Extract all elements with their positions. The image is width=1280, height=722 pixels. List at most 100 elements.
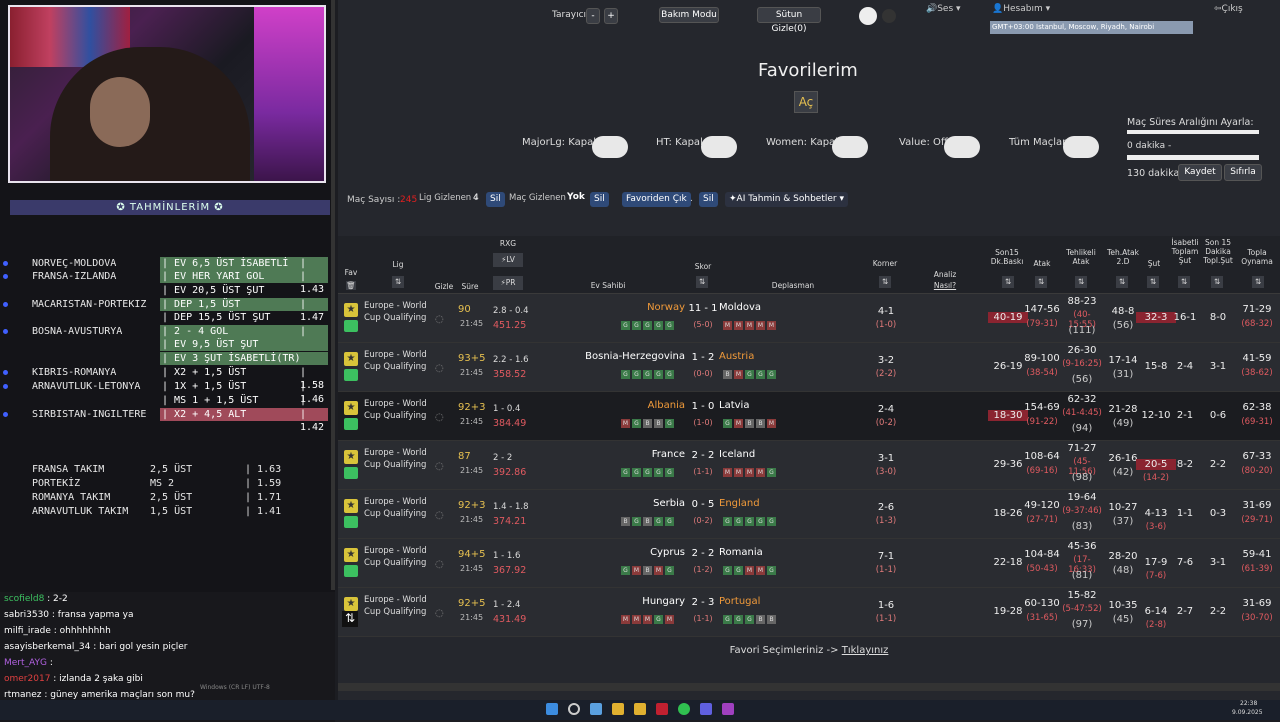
folder-icon[interactable] [634, 703, 646, 715]
away-team[interactable]: England [719, 498, 760, 509]
away-team[interactable]: Iceland [719, 449, 755, 460]
match-row[interactable]: ★ Europe - World Cup Qualifying ◌ 90 21:45 2.… [338, 294, 1280, 343]
home-team[interactable]: Serbia [653, 498, 685, 509]
away-team[interactable]: Moldova [719, 302, 761, 313]
away-team[interactable]: Austria [719, 351, 754, 362]
home-team[interactable]: Bosnia-Herzegovina [585, 351, 685, 362]
toggle-switch[interactable] [832, 136, 868, 158]
hide-columns-button[interactable]: Sütun Gizle(0) [757, 7, 821, 34]
favorite-toggle-icon[interactable] [344, 516, 358, 528]
sort-dangerous-2h-icon[interactable]: ⇅ [1116, 276, 1128, 288]
away-team[interactable]: Portugal [719, 596, 760, 607]
app-icon[interactable] [590, 703, 602, 715]
remove-favorite-button[interactable]: Favoriden Çık [622, 192, 691, 207]
duration-slider-bottom[interactable] [1127, 155, 1259, 160]
favorite-toggle-icon[interactable] [344, 320, 358, 332]
explorer-icon[interactable] [612, 703, 624, 715]
favorite-star-icon[interactable]: ★ [344, 597, 358, 611]
light-mode-icon[interactable] [859, 7, 877, 25]
favorite-star-icon[interactable]: ★ [344, 450, 358, 464]
hide-eye-icon[interactable]: ◌ [435, 559, 444, 570]
clear-favorites-button[interactable]: Sil [699, 192, 718, 207]
home-team[interactable]: Albania [648, 400, 685, 411]
obs-icon[interactable] [722, 703, 734, 715]
trash-icon[interactable]: 🗑 [346, 281, 356, 290]
toggle-switch[interactable] [1063, 136, 1099, 158]
page-title: Favorilerim [758, 60, 858, 81]
favorite-star-icon[interactable]: ★ [344, 352, 358, 366]
sort-on-target-icon[interactable]: ⇅ [1178, 276, 1190, 288]
horizontal-scrollbar[interactable] [338, 683, 1280, 691]
sort-arrows-icon[interactable]: ⇅ [342, 611, 358, 627]
sort-dangerous-icon[interactable]: ⇅ [1075, 276, 1087, 288]
home-team[interactable]: Hungary [642, 596, 685, 607]
favorite-star-icon[interactable]: ★ [344, 548, 358, 562]
toggle-switch[interactable] [701, 136, 737, 158]
hide-eye-icon[interactable]: ◌ [435, 510, 444, 521]
sort-possession-icon[interactable]: ⇅ [1252, 276, 1264, 288]
how-link[interactable]: Nasıl? [928, 281, 962, 290]
match-row[interactable]: ★ Europe - World Cup Qualifying ◌ 92+3 21:45… [338, 490, 1280, 539]
match-row[interactable]: ★ Europe - World Cup Qualifying ◌ 94+5 21:45… [338, 539, 1280, 588]
discord-icon[interactable] [700, 703, 712, 715]
favorite-star-icon[interactable]: ★ [344, 499, 358, 513]
opera-icon[interactable] [656, 703, 668, 715]
clear-league-button[interactable]: Sil [486, 192, 505, 207]
left-scrollbar[interactable] [331, 0, 335, 590]
sort-league-icon[interactable]: ⇅ [392, 276, 404, 288]
reset-button[interactable]: Sıfırla [1224, 164, 1262, 181]
search-icon[interactable] [568, 703, 580, 715]
home-team[interactable]: France [652, 449, 685, 460]
sort-attack-icon[interactable]: ⇅ [1035, 276, 1047, 288]
match-row[interactable]: ★ Europe - World Cup Qualifying ◌ 93+5 21:45… [338, 343, 1280, 392]
favorite-star-icon[interactable]: ★ [344, 401, 358, 415]
prediction-match: SIRBISTAN-INGILTERE [32, 409, 147, 420]
away-team[interactable]: Latvia [719, 400, 749, 411]
favorite-toggle-icon[interactable] [344, 565, 358, 577]
duration-slider-top[interactable] [1127, 130, 1259, 134]
favorite-toggle-icon[interactable] [344, 467, 358, 479]
match-score: 2 - 2 [691, 548, 715, 559]
favorite-toggle-icon[interactable] [344, 369, 358, 381]
sort-lv-button[interactable]: ⚡LV [493, 253, 523, 267]
match-row[interactable]: ★ Europe - World Cup Qualifying ◌ 87 21:45 2 … [338, 441, 1280, 490]
hide-eye-icon[interactable]: ◌ [435, 608, 444, 619]
open-button[interactable]: Aç [794, 91, 818, 113]
away-team[interactable]: Romania [719, 547, 763, 558]
toggle-switch[interactable] [944, 136, 980, 158]
spotify-icon[interactable] [678, 703, 690, 715]
match-row[interactable]: ★ Europe - World Cup Qualifying ◌ 92+5 21:45… [338, 588, 1280, 637]
sort-son15-icon[interactable]: ⇅ [1002, 276, 1014, 288]
footer-link[interactable]: Tıklayınız [842, 645, 889, 656]
hide-eye-icon[interactable]: ◌ [435, 461, 444, 472]
timezone-select[interactable]: GMT+03:00 Istanbul, Moscow, Riyadh, Nair… [990, 21, 1193, 34]
sort-pr-button[interactable]: ⚡PR [493, 276, 523, 290]
match-row[interactable]: ★ Europe - World Cup Qualifying ◌ 92+3 21:45… [338, 392, 1280, 441]
sound-menu[interactable]: 🔊Ses ▾ [926, 4, 961, 14]
sort-score-icon[interactable]: ⇅ [696, 276, 708, 288]
zoom-out-button[interactable]: - [586, 8, 600, 24]
hide-eye-icon[interactable]: ◌ [435, 412, 444, 423]
zoom-in-button[interactable]: + [604, 8, 618, 24]
account-menu[interactable]: 👤Hesabım ▾ [992, 4, 1050, 14]
hide-eye-icon[interactable]: ◌ [435, 363, 444, 374]
home-team[interactable]: Cyprus [650, 547, 685, 558]
dark-mode-icon[interactable] [882, 9, 896, 23]
hide-eye-icon[interactable]: ◌ [435, 314, 444, 325]
save-button[interactable]: Kaydet [1178, 164, 1222, 181]
favorite-toggle-icon[interactable] [344, 418, 358, 430]
maintenance-button[interactable]: Bakım Modu [659, 7, 719, 23]
start-icon[interactable] [546, 703, 558, 715]
sort-corner-icon[interactable]: ⇅ [879, 276, 891, 288]
ai-chat-dropdown[interactable]: ✦AI Tahmin & Sohbetler ▾ [725, 192, 848, 207]
favorite-star-icon[interactable]: ★ [344, 303, 358, 317]
home-team[interactable]: Norway [647, 302, 685, 313]
odd-separator: | [300, 381, 307, 392]
logout-link[interactable]: ⇦Çıkış [1214, 4, 1243, 14]
toggle-switch[interactable] [592, 136, 628, 158]
possession-ht: (61-39) [1241, 564, 1273, 574]
sort-last15-shots-icon[interactable]: ⇅ [1211, 276, 1223, 288]
clear-match-button[interactable]: Sil [590, 192, 609, 207]
corner-ht: (1-1) [875, 565, 897, 575]
sort-shot-icon[interactable]: ⇅ [1147, 276, 1159, 288]
